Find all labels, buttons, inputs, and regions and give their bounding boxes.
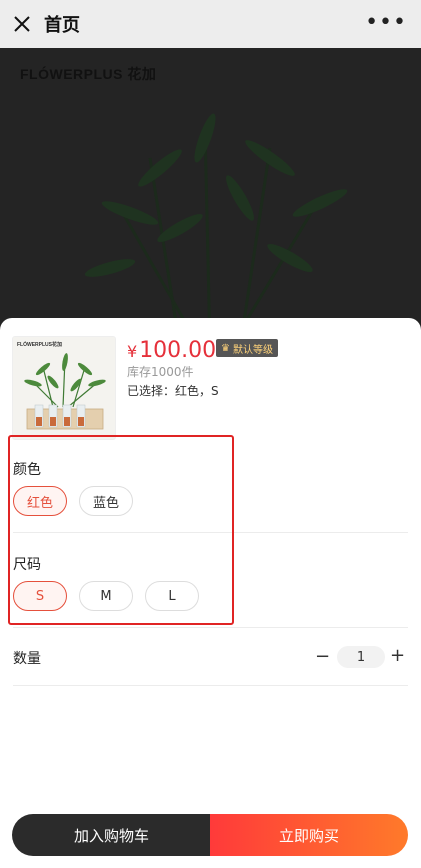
crown-icon: ♛ (221, 342, 230, 354)
add-to-cart-button[interactable]: 加入购物车 (12, 814, 211, 856)
page-title: 首页 (44, 15, 80, 36)
quantity-label: 数量 (13, 651, 41, 667)
quantity-increase-button[interactable]: + (390, 645, 405, 666)
currency-symbol: ¥ (127, 342, 138, 361)
product-thumbnail: FLÓWERPLUS花加 (12, 336, 116, 440)
sku-selector-sheet: FLÓWERPLUS花加 ¥100.00 ♛ 默认等级 库存1000件 已选择：… (0, 318, 421, 868)
brand-logo: FLÓWERPLUS 花加 (20, 66, 157, 82)
buy-now-button[interactable]: 立即购买 (210, 814, 408, 856)
plant-illustration (0, 48, 421, 348)
stock-text: 库存1000件 (127, 365, 194, 379)
quantity-input[interactable]: 1 (337, 646, 385, 668)
top-bar: 首页 ••• (0, 0, 421, 48)
more-menu-button[interactable]: ••• (365, 10, 407, 35)
divider (13, 685, 408, 686)
close-icon (14, 16, 30, 32)
plant-thumbnail-illustration: FLÓWERPLUS花加 (13, 337, 115, 439)
badge-label: 默认等级 (232, 344, 273, 356)
price-value: 100.00 (139, 338, 217, 363)
product-hero-image (0, 48, 421, 348)
selected-options-text: 已选择：红色，S (127, 384, 219, 398)
quantity-decrease-button[interactable]: − (315, 646, 330, 667)
divider (13, 627, 408, 628)
close-button[interactable] (0, 0, 44, 48)
annotation-highlight-box (8, 435, 234, 625)
thumb-brand-text: FLÓWERPLUS花加 (17, 340, 62, 348)
member-level-badge: ♛ 默认等级 (216, 339, 278, 357)
product-price: ¥100.00 (127, 338, 216, 363)
